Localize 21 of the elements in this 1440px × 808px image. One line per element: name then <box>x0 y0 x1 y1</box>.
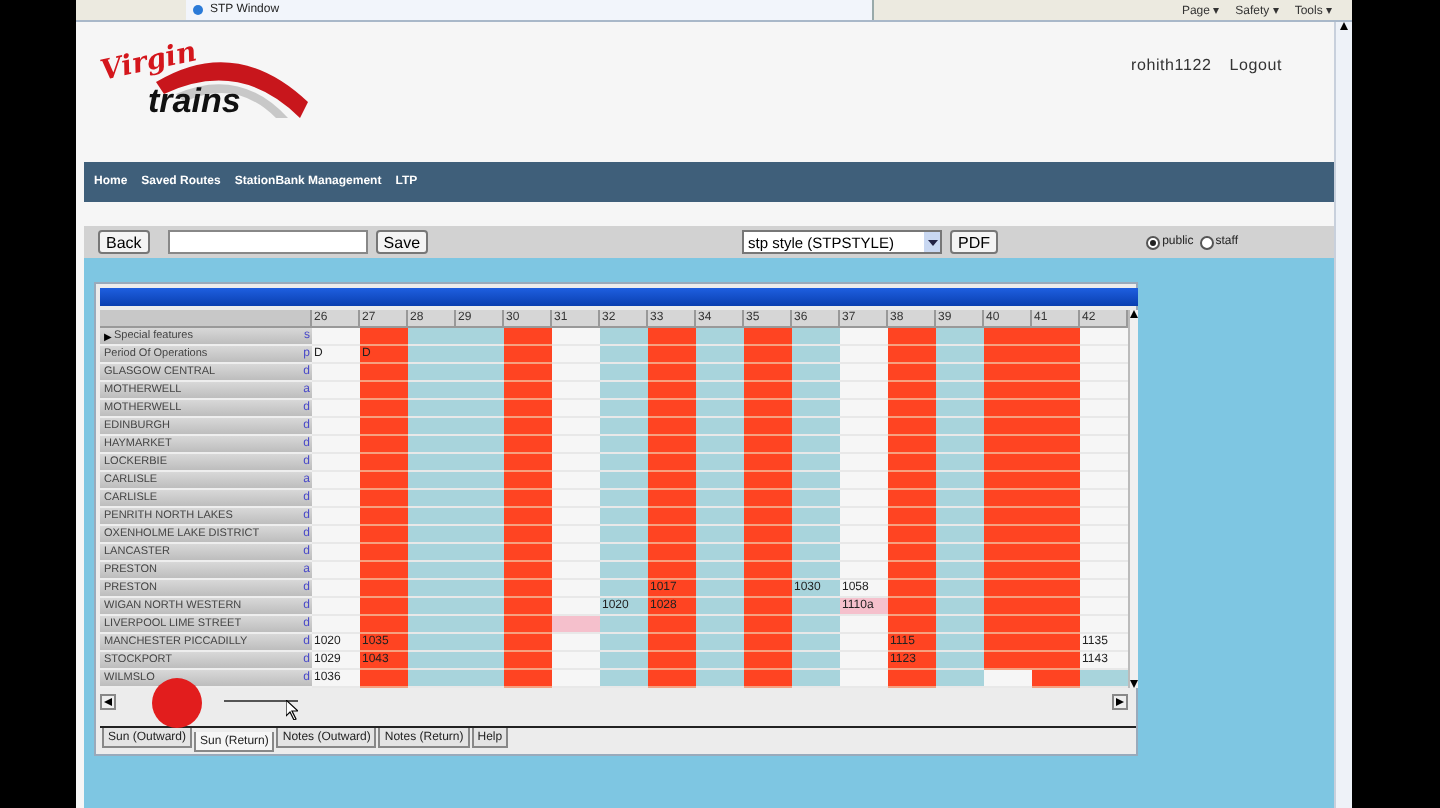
scroll-right-icon <box>1116 697 1124 705</box>
back-button[interactable]: Back <box>98 230 150 254</box>
browser-icon <box>192 4 204 16</box>
logo: Virgin trains <box>96 42 316 142</box>
radio-button[interactable] <box>1146 235 1161 249</box>
scroll-right-button[interactable] <box>1112 693 1128 709</box>
save-button[interactable]: Save <box>375 230 429 254</box>
logout-link[interactable]: Logout <box>1229 56 1282 74</box>
radio-button[interactable] <box>1199 235 1214 249</box>
mouse-pointer-icon <box>286 700 298 720</box>
vertical-scrollbar[interactable] <box>1128 310 1138 688</box>
scroll-left-icon <box>104 697 112 705</box>
page-scrollbar[interactable] <box>1334 22 1352 808</box>
horizontal-scrollbar[interactable] <box>100 692 1128 710</box>
scroll-left-button[interactable] <box>100 693 116 709</box>
scroll-up-icon <box>1130 310 1138 318</box>
username: rohith1122 <box>1131 56 1212 74</box>
input-field[interactable] <box>167 230 368 254</box>
scroll-down-icon <box>1130 680 1138 688</box>
pdf-button[interactable]: PDF <box>950 230 999 254</box>
dropdown-caret-icon <box>927 239 938 245</box>
